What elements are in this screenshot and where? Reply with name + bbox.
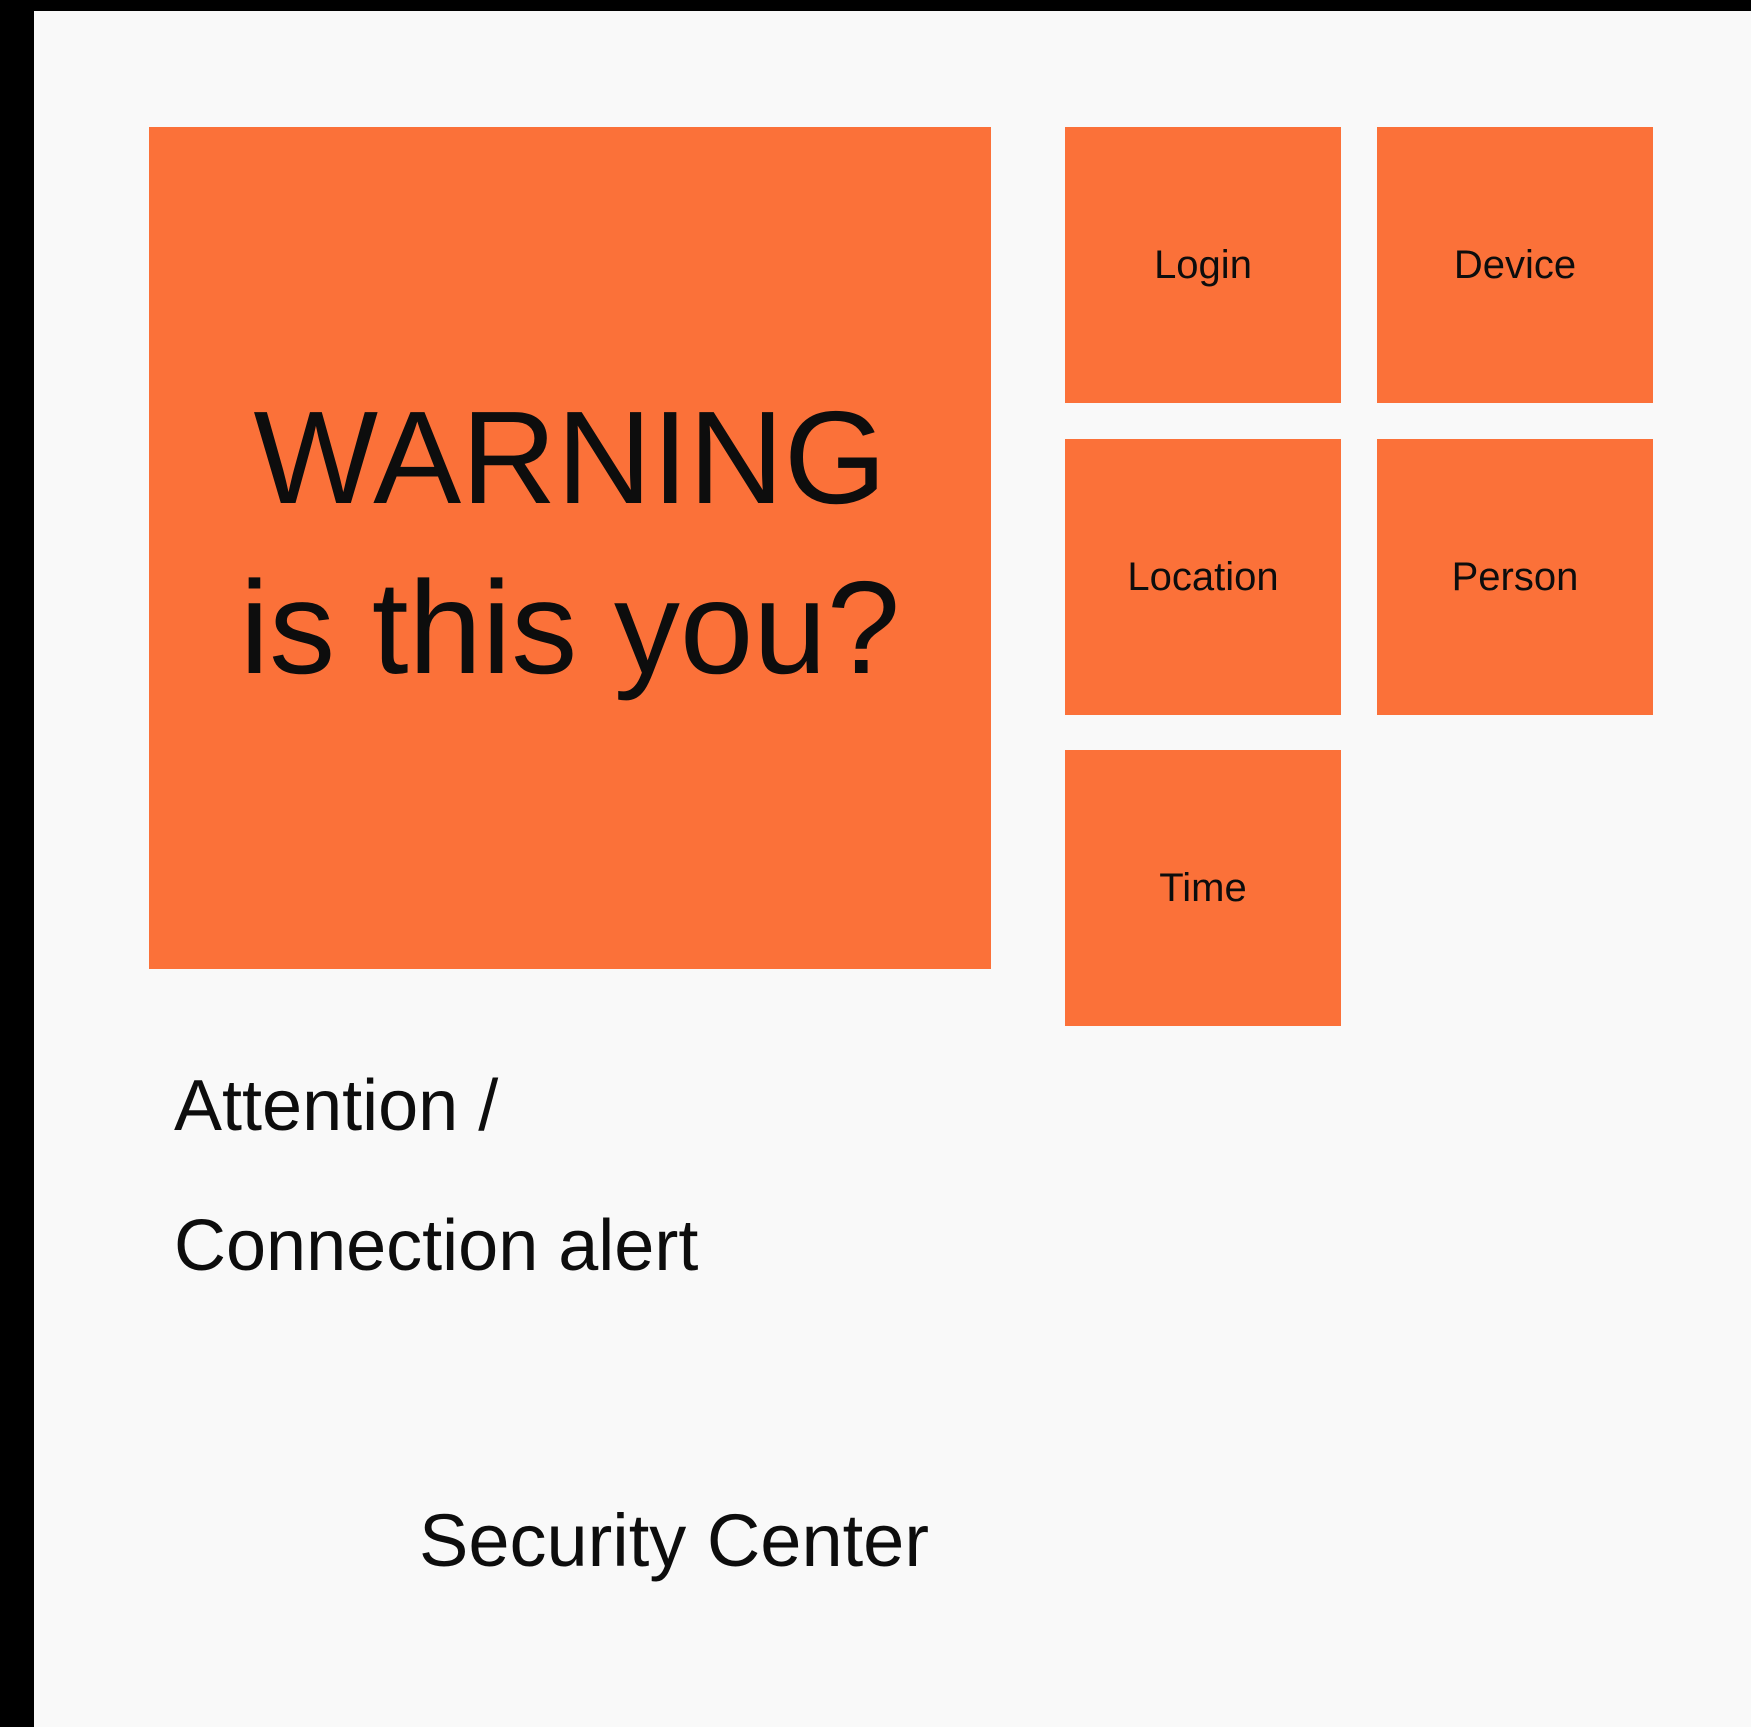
login-tile-label: Login (1154, 242, 1252, 287)
security-center-title: Security Center (419, 1499, 929, 1582)
caption-line-connection-alert: Connection alert (174, 1206, 699, 1286)
warning-question: is this you? (239, 554, 901, 701)
person-tile-label: Person (1451, 554, 1579, 599)
warning-tile: WARNING is this you? (149, 127, 991, 969)
device-tile-label: Device (1453, 242, 1577, 287)
location-tile[interactable]: Location (1065, 439, 1341, 715)
alert-caption: Attention / Connection alert (174, 1036, 698, 1316)
warning-heading: WARNING (253, 384, 887, 531)
security-alert-screen: WARNING is this you? Login Device Locati… (34, 11, 1751, 1727)
login-tile[interactable]: Login (1065, 127, 1341, 403)
location-tile-label: Location (1127, 554, 1279, 599)
time-tile[interactable]: Time (1065, 750, 1341, 1026)
caption-line-attention: Attention / (174, 1066, 499, 1146)
person-tile[interactable]: Person (1377, 439, 1653, 715)
device-tile[interactable]: Device (1377, 127, 1653, 403)
time-tile-label: Time (1159, 865, 1247, 910)
